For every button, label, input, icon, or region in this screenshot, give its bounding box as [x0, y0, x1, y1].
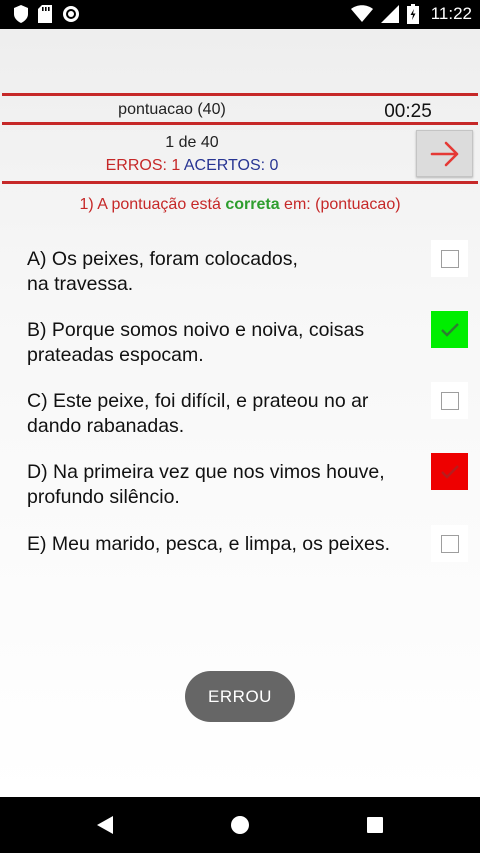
- sd-card-icon: [38, 5, 52, 23]
- timer: 00:25: [384, 101, 432, 122]
- question-text: 1) A pontuação está correta em: (pontuac…: [0, 196, 480, 214]
- option-a-line-1: A) Os peixes, foram colocados,: [27, 248, 298, 270]
- recents-icon: [367, 817, 383, 833]
- option-b-line-2: prateadas espocam.: [27, 344, 204, 366]
- shield-icon: [14, 5, 28, 23]
- circle-dot-icon: [63, 6, 79, 22]
- wifi-icon: [350, 5, 373, 22]
- question-highlight: correta: [225, 196, 280, 213]
- header-middle-divider: [2, 122, 478, 125]
- home-button[interactable]: [226, 811, 254, 839]
- home-icon: [231, 816, 249, 834]
- option-c-checkbox[interactable]: [431, 382, 468, 419]
- question-counter: 1 de 40: [165, 134, 219, 151]
- option-b-text[interactable]: B) Porque somos noivo e noiva, coisas pr…: [27, 318, 417, 368]
- option-a-checkbox[interactable]: [431, 240, 468, 277]
- errors-count: ERROS: 1: [105, 157, 181, 174]
- option-a-line-2: na travessa.: [27, 273, 134, 295]
- status-time: 11:22: [430, 4, 472, 23]
- battery-icon: [406, 4, 419, 24]
- question-prefix: 1) A pontuação está: [79, 196, 226, 213]
- checkbox-square-icon: [440, 391, 459, 410]
- back-icon: [97, 816, 113, 834]
- navigation-bar: [0, 797, 480, 853]
- checkmark-icon: [440, 464, 459, 479]
- header-bottom-divider: [2, 181, 478, 184]
- option-d-line-1: D) Na primeira vez que nos vimos houve,: [27, 461, 385, 483]
- option-a-text[interactable]: A) Os peixes, foram colocados, na traves…: [27, 247, 417, 297]
- quiz-screen: pontuacao (40) 00:25 1 de 40 ERROS: 1 AC…: [0, 29, 480, 797]
- checkbox-square-icon: [440, 249, 459, 268]
- next-question-button[interactable]: [416, 130, 473, 177]
- status-right-icons: 11:22: [350, 4, 472, 24]
- option-c-text[interactable]: C) Este peixe, foi difícil, e prateou no…: [27, 389, 417, 439]
- checkbox-square-icon: [440, 534, 459, 553]
- recents-button[interactable]: [361, 811, 389, 839]
- score-line: ERROS: 1 ACERTOS: 0: [0, 157, 384, 175]
- arrow-right-icon: [430, 141, 458, 166]
- option-c-line-1: C) Este peixe, foi difícil, e prateou no…: [27, 390, 369, 412]
- header-top-divider: [2, 93, 478, 96]
- option-c-line-2: dando rabanadas.: [27, 415, 185, 437]
- option-b-checkbox[interactable]: [431, 311, 468, 348]
- option-d-line-2: profundo silêncio.: [27, 486, 180, 508]
- checkmark-icon: [440, 322, 459, 337]
- back-button[interactable]: [91, 811, 119, 839]
- status-left-icons: [14, 5, 80, 23]
- question-suffix: em: (pontuacao): [279, 196, 401, 213]
- option-b-line-1: B) Porque somos noivo e noiva, coisas: [27, 319, 365, 341]
- hits-count: ACERTOS: 0: [183, 157, 279, 174]
- option-e-checkbox[interactable]: [431, 525, 468, 562]
- option-e-text[interactable]: E) Meu marido, pesca, e limpa, os peixes…: [27, 532, 417, 557]
- quiz-title: pontuacao (40): [118, 101, 226, 118]
- option-e-line-1: E) Meu marido, pesca, e limpa, os peixes…: [27, 533, 391, 555]
- signal-icon: [380, 5, 399, 23]
- status-bar: 11:22: [0, 0, 480, 29]
- option-d-checkbox[interactable]: [431, 453, 468, 490]
- result-button[interactable]: ERROU: [185, 671, 295, 722]
- option-d-text[interactable]: D) Na primeira vez que nos vimos houve, …: [27, 460, 417, 510]
